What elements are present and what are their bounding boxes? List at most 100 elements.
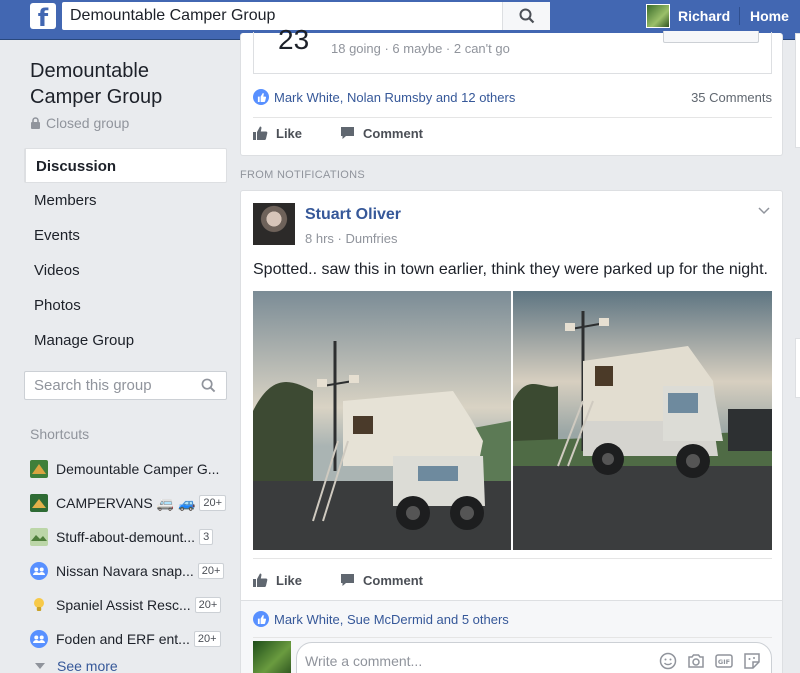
group-navigation: Discussion Members Events Videos Photos … <box>24 148 227 358</box>
lightbulb-icon <box>34 598 44 611</box>
post-photo[interactable] <box>253 291 511 550</box>
thumbs-up-icon <box>253 126 268 140</box>
post-author-name[interactable]: Stuart Oliver <box>305 206 401 224</box>
comment-button[interactable]: Comment <box>340 126 423 141</box>
group-people-icon <box>30 562 48 580</box>
avatar <box>646 4 670 28</box>
group-search <box>24 371 227 400</box>
section-heading: FROM NOTIFICATIONS <box>240 169 365 181</box>
lock-icon <box>31 117 40 129</box>
shortcut-label: Demountable Camper G... <box>56 461 220 477</box>
profile-link[interactable]: Richard <box>646 3 730 29</box>
comments-count[interactable]: 35 Comments <box>691 90 772 105</box>
shortcut-item[interactable]: CAMPERVANS 🚐 🚙 20+ <box>30 486 228 520</box>
nav-item-photos[interactable]: Photos <box>24 288 227 323</box>
post-comments-area: Mark White, Sue McDermid and 5 others GI… <box>240 600 783 673</box>
comment-input[interactable] <box>305 651 635 671</box>
nav-item-discussion[interactable]: Discussion <box>24 148 227 183</box>
home-link[interactable]: Home <box>750 8 789 24</box>
chevron-down-icon <box>35 663 45 669</box>
chevron-down-icon[interactable] <box>758 207 770 215</box>
shortcuts-list: Demountable Camper G... CAMPERVANS 🚐 🚙 2… <box>30 452 228 673</box>
notification-badge: 20+ <box>199 495 227 511</box>
search-icon <box>519 8 535 24</box>
notification-badge: 3 <box>199 529 214 545</box>
like-label: Like <box>276 125 303 141</box>
facebook-logo-icon[interactable]: f <box>30 3 56 29</box>
event-rsvp-stats: 18 going · 6 maybe · 2 can't go <box>331 41 510 56</box>
campervans-group-icon <box>30 494 48 512</box>
gif-icon[interactable]: GIF <box>715 652 733 670</box>
comment-icon <box>341 574 355 586</box>
group-people-icon <box>30 630 48 648</box>
shortcut-item[interactable]: Demountable Camper G... <box>30 452 228 486</box>
shortcuts-heading: Shortcuts <box>30 426 90 442</box>
post-actions: Like Comment <box>253 118 461 148</box>
thumbs-up-icon <box>253 573 268 587</box>
event-attachment[interactable]: 23 18 going · 6 maybe · 2 can't go <box>253 24 772 74</box>
like-button[interactable]: Like <box>253 126 302 141</box>
divider <box>253 637 772 638</box>
search-icon[interactable] <box>201 378 216 393</box>
profile-name: Richard <box>678 8 731 24</box>
avatar[interactable] <box>253 641 291 673</box>
reactions-row: Mark White, Sue McDermid and 5 others <box>253 607 772 631</box>
nav-divider <box>739 7 740 25</box>
nav-item-members[interactable]: Members <box>24 183 227 218</box>
nav-item-events[interactable]: Events <box>24 218 227 253</box>
post-text: Spotted.. saw this in town earlier, thin… <box>253 261 768 278</box>
shortcut-label: Spaniel Assist Resc... <box>56 597 191 613</box>
comment-composer: GIF <box>296 642 772 673</box>
sticker-icon[interactable] <box>743 652 761 670</box>
like-reaction-icon <box>253 89 269 105</box>
search-button[interactable] <box>502 2 550 30</box>
nav-item-videos[interactable]: Videos <box>24 253 227 288</box>
comment-icon <box>341 127 355 139</box>
event-rsvp-button[interactable] <box>663 31 759 43</box>
shortcut-item[interactable]: Nissan Navara snap... 20+ <box>30 554 228 588</box>
camera-icon[interactable] <box>687 652 705 670</box>
stuff-group-icon <box>30 528 48 546</box>
author-avatar[interactable] <box>253 203 295 245</box>
group-privacy: Closed group <box>30 115 129 131</box>
comment-tools: GIF <box>649 652 761 670</box>
camper-truck-photo <box>253 291 511 550</box>
group-privacy-label: Closed group <box>46 115 130 131</box>
post-meta[interactable]: 8 hrs · Dumfries <box>305 231 397 246</box>
shortcut-label: CAMPERVANS 🚐 🚙 <box>56 494 196 511</box>
comment-label: Comment <box>363 572 423 588</box>
event-date-day: 23 <box>278 24 310 55</box>
post-actions: Like Comment <box>253 565 461 595</box>
notification-badge: 20+ <box>197 563 225 579</box>
camper-group-icon <box>30 460 48 478</box>
reactions-names[interactable]: Mark White, Nolan Rumsby and 12 others <box>274 90 515 105</box>
comment-label: Comment <box>363 125 423 141</box>
notification-badge: 20+ <box>194 597 222 613</box>
event-post-card: 23 18 going · 6 maybe · 2 can't go Mark … <box>240 24 783 156</box>
shortcut-label: Foden and ERF ent... <box>56 631 190 647</box>
emoji-icon[interactable] <box>659 652 677 670</box>
post-photo[interactable] <box>513 291 772 550</box>
see-more-label: See more <box>57 658 118 673</box>
reactions-names[interactable]: Mark White, Sue McDermid and 5 others <box>274 612 509 627</box>
notification-badge: 20+ <box>193 631 221 647</box>
like-label: Like <box>276 572 303 588</box>
camper-truck-photo <box>513 291 772 550</box>
like-reaction-icon <box>253 611 269 627</box>
group-title[interactable]: Demountable Camper Group <box>30 58 220 110</box>
comment-button[interactable]: Comment <box>340 573 423 588</box>
reactions-row: Mark White, Nolan Rumsby and 12 others 3… <box>253 85 772 109</box>
group-search-input[interactable] <box>25 372 195 399</box>
post-card: Stuart Oliver 8 hrs · Dumfries Spotted..… <box>240 190 783 600</box>
shortcut-item[interactable]: Spaniel Assist Resc... 20+ <box>30 588 228 622</box>
nav-item-manage-group[interactable]: Manage Group <box>24 323 227 358</box>
like-button[interactable]: Like <box>253 573 302 588</box>
right-column-edge <box>795 33 800 673</box>
divider <box>253 558 772 559</box>
shortcut-label: Nissan Navara snap... <box>56 563 194 579</box>
shortcut-item[interactable]: Stuff-about-demount... 3 <box>30 520 228 554</box>
shortcut-item[interactable]: Foden and ERF ent... 20+ <box>30 622 228 656</box>
svg-text:GIF: GIF <box>718 658 730 666</box>
see-more-link[interactable]: See more <box>30 656 228 673</box>
shortcut-label: Stuff-about-demount... <box>56 529 196 545</box>
